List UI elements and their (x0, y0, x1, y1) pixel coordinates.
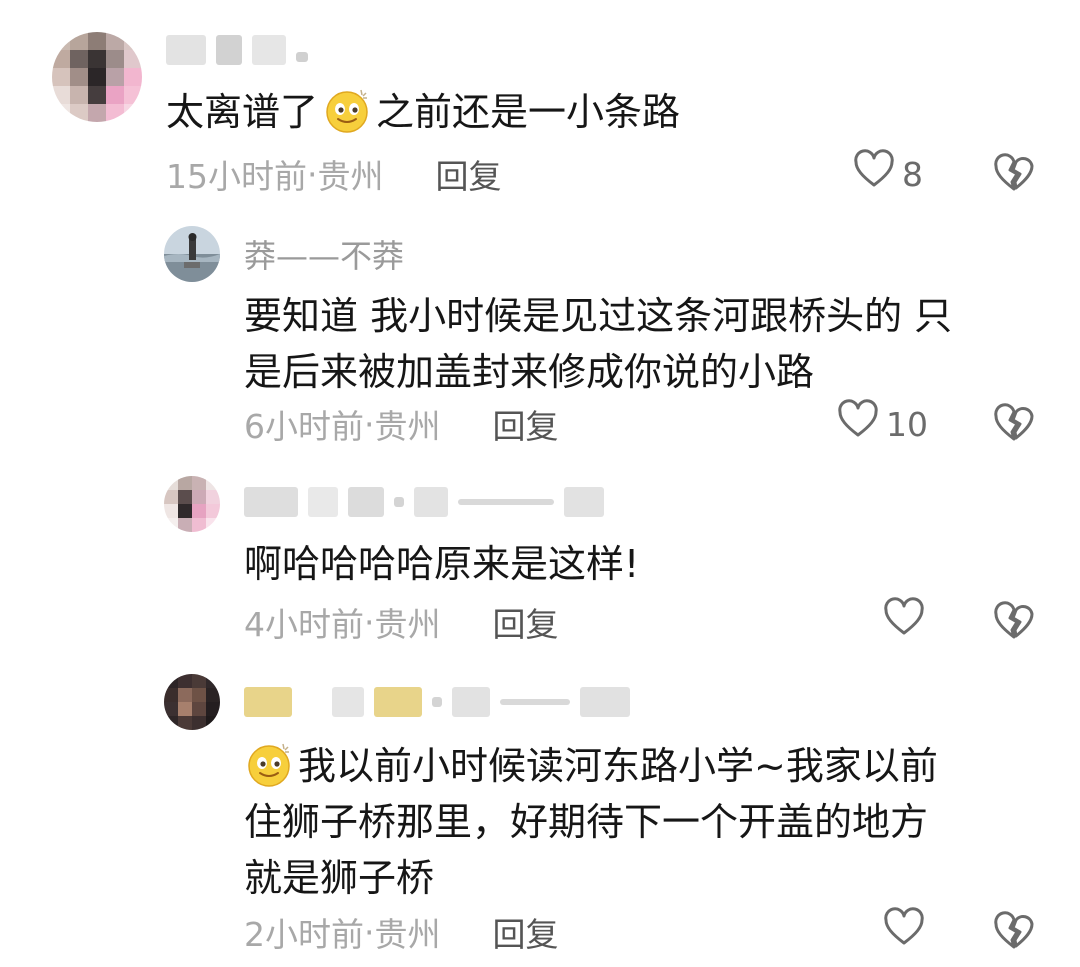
username-blurred[interactable] (244, 482, 604, 522)
dislike-button[interactable] (992, 910, 1036, 954)
reply-button[interactable]: 回复 (493, 598, 559, 646)
like-button[interactable] (882, 597, 926, 644)
location: 贵州 (374, 605, 441, 644)
heart-icon (882, 596, 926, 648)
meta-separator: · (364, 912, 375, 952)
like-count: 10 (886, 404, 928, 444)
comment-text-line: 是后来被加盖封来修成你说的小路 (244, 350, 815, 394)
heart-icon (882, 906, 926, 958)
heart-icon (852, 148, 896, 200)
location: 贵州 (317, 157, 384, 196)
comment-text-line: 就是狮子桥 (244, 856, 435, 900)
broken-heart-icon (992, 911, 1036, 958)
comment-text: 啊哈哈哈哈原来是这样! (244, 536, 639, 592)
username[interactable]: 莽——不莽 (244, 234, 404, 275)
dislike-button[interactable] (992, 402, 1036, 446)
comment-text: 我以前小时候读河东路小学~我家以前 住狮子桥那里，好期待下一个开盖的地方 就是狮… (244, 738, 938, 906)
comment-text-line: 要知道 我小时候是见过这条河跟桥头的 只 (244, 294, 953, 338)
location: 贵州 (374, 407, 441, 446)
heart-icon (836, 398, 880, 450)
reply-item: 我以前小时候读河东路小学~我家以前 住狮子桥那里，好期待下一个开盖的地方 就是狮… (0, 670, 1080, 967)
like-button[interactable]: 10 (836, 399, 928, 446)
broken-heart-icon (992, 153, 1036, 200)
reply-button[interactable]: 回复 (436, 150, 502, 198)
avatar[interactable] (164, 476, 220, 532)
reply-button[interactable]: 回复 (493, 908, 559, 956)
comment-meta: 2小时前 · 贵州 回复 (244, 908, 559, 956)
dislike-button[interactable] (992, 152, 1036, 196)
meta-separator: · (364, 404, 375, 444)
timestamp: 15小时前 (166, 157, 307, 196)
like-button[interactable] (882, 907, 926, 954)
like-button[interactable]: 8 (852, 149, 923, 196)
comment-text: 太离谱了 之前还是一小条路 (166, 84, 680, 140)
reply-button[interactable]: 回复 (493, 400, 559, 448)
username-blurred[interactable] (244, 682, 630, 722)
dislike-button[interactable] (992, 600, 1036, 644)
broken-heart-icon (992, 403, 1036, 450)
avatar[interactable] (52, 32, 142, 122)
timestamp: 4小时前 (244, 605, 364, 644)
comment-text-line: 我以前小时候读河东路小学~我家以前 (244, 738, 938, 794)
comment-meta: 15小时前 · 贵州 回复 (166, 150, 502, 198)
comment-meta: 6小时前 · 贵州 回复 (244, 400, 559, 448)
username-blurred[interactable] (166, 30, 308, 70)
comment-text: 要知道 我小时候是见过这条河跟桥头的 只 是后来被加盖封来修成你说的小路 (244, 288, 952, 400)
reply-item: 啊哈哈哈哈原来是这样! 4小时前 · 贵州 回复 (0, 470, 1080, 670)
comment-meta: 4小时前 · 贵州 回复 (244, 598, 559, 646)
avatar[interactable] (164, 674, 220, 730)
comment-text-line: 住狮子桥那里，好期待下一个开盖的地方 (244, 800, 929, 844)
like-count: 8 (902, 154, 923, 194)
broken-heart-icon (992, 601, 1036, 648)
meta-separator: · (307, 154, 318, 194)
comment-item: 太离谱了 之前还是一小条路 15小时前 · 贵州 回复 8 (0, 0, 1080, 200)
meta-separator: · (364, 602, 375, 642)
smirk-emoji-icon (322, 85, 372, 135)
timestamp: 6小时前 (244, 407, 364, 446)
smirk-emoji-icon (244, 739, 294, 789)
reply-item: 莽——不莽 要知道 我小时候是见过这条河跟桥头的 只 是后来被加盖封来修成你说的… (0, 200, 1080, 470)
comment-text-line: 啊哈哈哈哈原来是这样! (244, 542, 640, 586)
timestamp: 2小时前 (244, 915, 364, 954)
avatar[interactable] (164, 226, 220, 282)
location: 贵州 (374, 915, 441, 954)
